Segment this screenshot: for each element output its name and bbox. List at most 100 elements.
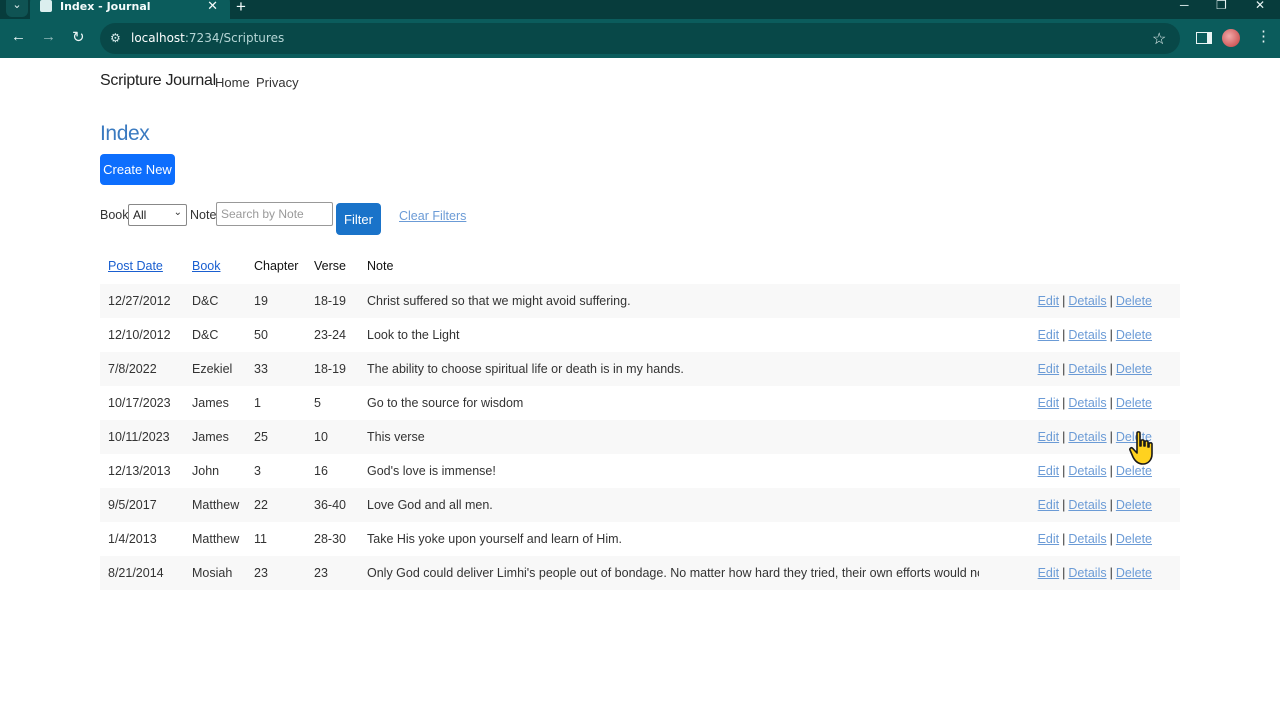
- edit-link[interactable]: Edit: [1038, 396, 1060, 410]
- browser-tabstrip: ⌄ Index - Journal ✕ + ─ ❐ ✕: [0, 0, 1280, 19]
- action-separator: |: [1109, 430, 1113, 444]
- header-verse: Verse: [314, 259, 346, 273]
- action-separator: |: [1062, 294, 1066, 308]
- action-separator: |: [1062, 396, 1066, 410]
- delete-link[interactable]: Delete: [1116, 396, 1152, 410]
- restore-icon[interactable]: ❐: [1216, 0, 1227, 12]
- action-separator: |: [1109, 396, 1113, 410]
- reload-icon[interactable]: ↻: [72, 28, 85, 46]
- chevron-down-icon: ⌄: [173, 207, 182, 218]
- header-post-date[interactable]: Post Date: [100, 248, 184, 284]
- row-verse: 18-19: [306, 352, 359, 386]
- row-chapter: 23: [246, 556, 306, 590]
- tab-close-icon[interactable]: ✕: [207, 0, 218, 14]
- details-link[interactable]: Details: [1068, 464, 1106, 478]
- row-chapter: 1: [254, 396, 261, 410]
- details-link[interactable]: Details: [1068, 362, 1106, 376]
- row-book: John: [192, 464, 220, 478]
- header-note: Note: [367, 259, 394, 273]
- site-brand[interactable]: Scripture Journal: [100, 72, 216, 90]
- delete-link[interactable]: Delete: [1116, 362, 1152, 376]
- row-book: D&C: [184, 284, 246, 318]
- sort-book-link[interactable]: Book: [192, 259, 221, 273]
- tab-menu-icon[interactable]: ⌄: [6, 0, 28, 17]
- delete-link[interactable]: Delete: [1116, 328, 1152, 342]
- window-close-icon[interactable]: ✕: [1255, 0, 1265, 12]
- row-verse: 23: [306, 556, 359, 590]
- edit-link[interactable]: Edit: [1038, 566, 1060, 580]
- row-note: Christ suffered so that we might avoid s…: [359, 284, 979, 318]
- page-title: Index: [100, 122, 150, 145]
- table-header-row: Post Date Book Chapter Verse Note: [100, 248, 1180, 284]
- browser-tab[interactable]: Index - Journal ✕: [30, 0, 230, 19]
- edit-link[interactable]: Edit: [1038, 362, 1060, 376]
- tab-title: Index - Journal: [60, 0, 151, 13]
- clear-filters-link[interactable]: Clear Filters: [399, 209, 466, 223]
- row-verse: 23-24: [314, 328, 346, 342]
- row-actions: Edit | Details | Delete: [979, 352, 1180, 386]
- row-book: James: [184, 420, 246, 454]
- row-post-date: 1/4/2013: [108, 532, 157, 546]
- note-search-input[interactable]: [216, 202, 333, 226]
- row-post-date: 8/21/2014: [100, 556, 184, 590]
- edit-link[interactable]: Edit: [1038, 294, 1060, 308]
- delete-link[interactable]: Delete: [1116, 498, 1152, 512]
- header-book[interactable]: Book: [184, 248, 246, 284]
- details-link[interactable]: Details: [1068, 328, 1106, 342]
- details-link[interactable]: Details: [1068, 430, 1106, 444]
- table-row: 8/21/2014 Mosiah 23 23 Only God could delive…: [100, 556, 1180, 590]
- table-row: 12/10/2012 D&C 50 23-24 Look to the Light Edi…: [100, 318, 1180, 352]
- row-actions: Edit | Details | Delete: [979, 522, 1180, 556]
- table-row: 1/4/2013 Matthew 11 28-30 Take His yoke upon…: [100, 522, 1180, 556]
- delete-link[interactable]: Delete: [1116, 532, 1152, 546]
- new-tab-icon[interactable]: +: [236, 0, 246, 17]
- row-note: Go to the source for wisdom: [367, 396, 524, 410]
- table-row: 12/13/2013 John 3 16 God's love is immense! E…: [100, 454, 1180, 488]
- row-verse: 5: [314, 396, 321, 410]
- edit-link[interactable]: Edit: [1038, 464, 1060, 478]
- minimize-icon[interactable]: ─: [1180, 0, 1189, 12]
- row-post-date: 12/13/2013: [108, 464, 171, 478]
- action-separator: |: [1109, 566, 1113, 580]
- delete-link[interactable]: Delete: [1116, 464, 1152, 478]
- edit-link[interactable]: Edit: [1038, 532, 1060, 546]
- row-note: God's love is immense!: [367, 464, 496, 478]
- delete-link[interactable]: Delete: [1116, 294, 1152, 308]
- address-bar[interactable]: ⚙ localhost:7234/Scriptures ☆: [100, 23, 1180, 54]
- scripture-table: Post Date Book Chapter Verse Note 12/27/…: [100, 248, 1180, 590]
- edit-link[interactable]: Edit: [1038, 328, 1060, 342]
- action-separator: |: [1062, 464, 1066, 478]
- details-link[interactable]: Details: [1068, 294, 1106, 308]
- details-link[interactable]: Details: [1068, 532, 1106, 546]
- sort-post-date-link[interactable]: Post Date: [108, 259, 163, 273]
- header-actions: [979, 248, 1180, 284]
- row-verse: 16: [314, 464, 328, 478]
- details-link[interactable]: Details: [1068, 566, 1106, 580]
- side-panel-icon[interactable]: [1196, 32, 1212, 44]
- nav-link-privacy[interactable]: Privacy: [256, 75, 299, 90]
- site-settings-icon[interactable]: ⚙: [110, 31, 121, 45]
- book-filter-select[interactable]: All ⌄: [128, 204, 187, 226]
- delete-link[interactable]: Delete: [1116, 566, 1152, 580]
- star-icon[interactable]: ☆: [1152, 29, 1166, 49]
- row-chapter: 19: [246, 284, 306, 318]
- profile-avatar[interactable]: [1222, 29, 1240, 47]
- create-new-button[interactable]: Create New: [100, 154, 175, 185]
- row-chapter: 3: [254, 464, 261, 478]
- action-separator: |: [1062, 532, 1066, 546]
- details-link[interactable]: Details: [1068, 498, 1106, 512]
- row-verse: 36-40: [306, 488, 359, 522]
- details-link[interactable]: Details: [1068, 396, 1106, 410]
- row-chapter: 50: [254, 328, 268, 342]
- action-separator: |: [1109, 362, 1113, 376]
- nav-link-home[interactable]: Home: [215, 75, 250, 90]
- row-book: Matthew: [192, 532, 240, 546]
- edit-link[interactable]: Edit: [1038, 430, 1060, 444]
- edit-link[interactable]: Edit: [1038, 498, 1060, 512]
- url-text: localhost:7234/Scriptures: [131, 31, 285, 45]
- forward-arrow-icon[interactable]: →: [41, 28, 56, 45]
- more-menu-icon[interactable]: ⋮: [1256, 27, 1271, 45]
- filter-button[interactable]: Filter: [336, 203, 381, 235]
- back-arrow-icon[interactable]: ←: [11, 28, 26, 45]
- action-separator: |: [1062, 430, 1066, 444]
